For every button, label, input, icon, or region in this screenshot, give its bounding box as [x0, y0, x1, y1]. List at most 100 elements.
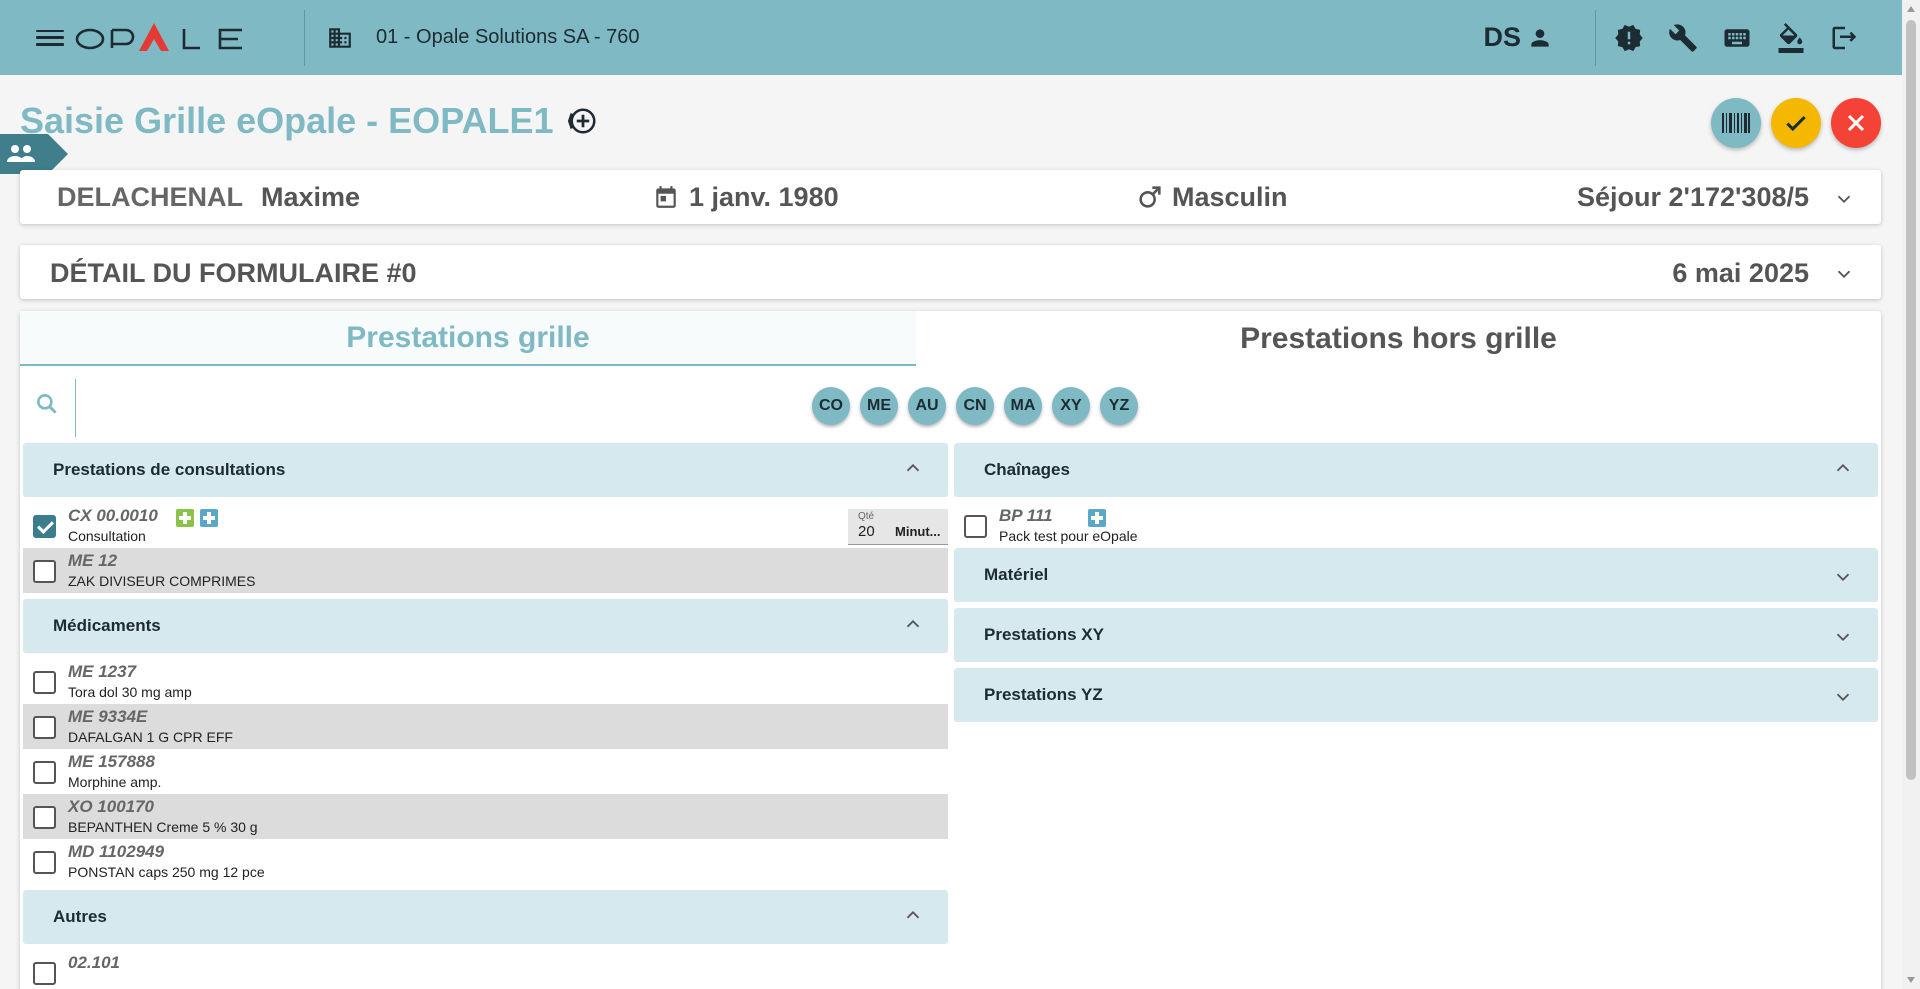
scroll-down-arrow-icon[interactable]	[1907, 977, 1915, 983]
chevron-up-icon[interactable]	[902, 904, 924, 926]
form-detail-date: 6 mai 2025	[1672, 258, 1809, 288]
item-checkbox[interactable]	[33, 515, 56, 538]
top-bar: 01 - Opale Solutions SA - 760 DS	[0, 0, 1902, 75]
patient-first-name: Maxime	[261, 181, 361, 212]
user-initials: DS	[1483, 22, 1521, 52]
item-description: ZAK DIVISEUR COMPRIMES	[68, 573, 256, 589]
list-item[interactable]: BP 111 Pack test pour eOpale	[954, 503, 1878, 548]
quantity-label: Qté	[858, 511, 875, 522]
search-input[interactable]	[80, 383, 380, 433]
menu-icon[interactable]	[36, 27, 64, 49]
item-checkbox[interactable]	[33, 962, 56, 985]
chevron-down-icon[interactable]	[1833, 188, 1855, 210]
item-code: CX 00.0010	[68, 506, 158, 525]
tab-prestations-grille[interactable]: Prestations grille	[20, 311, 916, 366]
user-menu[interactable]: DS	[1483, 22, 1553, 53]
quantity-unit: Minut...	[895, 524, 941, 539]
list-item[interactable]: ME 9334E DAFALGAN 1 G CPR EFF	[23, 704, 948, 749]
list-item[interactable]: CX 00.0010 Consultation Qté 20 Minut...	[23, 503, 948, 548]
section-header-prestations-xy[interactable]: Prestations XY	[954, 608, 1878, 662]
patient-sex: Masculin	[1172, 181, 1288, 212]
male-icon	[1139, 186, 1161, 208]
filter-chips: CO ME AU CN MA XY YZ	[812, 387, 1148, 425]
section-title: Matériel	[984, 565, 1049, 584]
item-code: ME 157888	[68, 752, 155, 771]
chevron-up-icon[interactable]	[1832, 457, 1854, 479]
search-icon[interactable]	[34, 391, 60, 417]
item-description: BEPANTHEN Creme 5 % 30 g	[68, 819, 258, 835]
chevron-down-icon[interactable]	[1833, 263, 1855, 285]
patient-last-name: DELACHENAL	[57, 181, 243, 212]
item-checkbox[interactable]	[964, 515, 987, 538]
close-icon	[1847, 114, 1865, 132]
section-header-chainages[interactable]: Chaînages	[954, 443, 1878, 497]
list-item[interactable]: XO 100170 BEPANTHEN Creme 5 % 30 g	[23, 794, 948, 839]
alert-badge-icon[interactable]	[1612, 21, 1646, 55]
barcode-button[interactable]	[1711, 98, 1761, 148]
page-scrollbar[interactable]	[1902, 0, 1920, 989]
keyboard-icon[interactable]	[1720, 21, 1754, 55]
section-header-materiel[interactable]: Matériel	[954, 548, 1878, 602]
section-header-autres[interactable]: Autres	[23, 890, 948, 944]
chevron-up-icon[interactable]	[902, 613, 924, 635]
item-checkbox[interactable]	[33, 671, 56, 694]
filter-chip-xy[interactable]: XY	[1052, 387, 1090, 425]
list-item[interactable]: ME 1237 Tora dol 30 mg amp	[23, 659, 948, 704]
app-logo[interactable]	[74, 18, 246, 58]
scroll-up-arrow-icon[interactable]	[1907, 6, 1915, 12]
chevron-down-icon[interactable]	[1832, 686, 1854, 708]
form-detail-card[interactable]: DÉTAIL DU FORMULAIRE #0 6 mai 2025	[20, 245, 1881, 299]
person-icon	[1531, 28, 1549, 47]
confirm-button[interactable]	[1771, 98, 1821, 148]
item-code: MD 1102949	[68, 842, 165, 861]
patient-card[interactable]: DELACHENAL Maxime 1 janv. 1980 Masculin …	[20, 170, 1881, 224]
item-checkbox[interactable]	[33, 716, 56, 739]
filter-chip-au[interactable]: AU	[908, 387, 946, 425]
item-code: XO 100170	[68, 797, 155, 816]
list-item[interactable]: 02.101	[23, 950, 948, 989]
filter-chip-ma[interactable]: MA	[1004, 387, 1042, 425]
add-blue-icon[interactable]	[200, 509, 218, 527]
item-code: ME 1237	[68, 662, 137, 681]
logout-icon[interactable]	[1828, 21, 1862, 55]
wrench-icon[interactable]	[1666, 21, 1700, 55]
section-header-prestations-yz[interactable]: Prestations YZ	[954, 668, 1878, 722]
item-description: DAFALGAN 1 G CPR EFF	[68, 729, 233, 745]
section-header-medicaments[interactable]: Médicaments	[23, 599, 948, 653]
chevron-down-icon[interactable]	[1832, 566, 1854, 588]
item-code: 02.101	[68, 953, 120, 972]
paint-bucket-icon[interactable]	[1774, 21, 1808, 55]
add-blue-icon[interactable]	[1088, 509, 1106, 527]
list-item[interactable]: MD 1102949 PONSTAN caps 250 mg 12 pce	[23, 839, 948, 884]
quantity-value: 20	[858, 523, 875, 540]
section-title: Autres	[53, 907, 107, 926]
patients-side-tab[interactable]	[0, 134, 68, 174]
patient-birth-date: 1 janv. 1980	[689, 181, 839, 212]
filter-chip-yz[interactable]: YZ	[1100, 387, 1138, 425]
add-circle-icon[interactable]	[567, 106, 598, 136]
cancel-button[interactable]	[1831, 98, 1881, 148]
scrollbar-thumb[interactable]	[1906, 20, 1916, 780]
item-checkbox[interactable]	[33, 806, 56, 829]
calendar-icon	[656, 186, 676, 208]
tab-prestations-hors-grille[interactable]: Prestations hors grille	[916, 311, 1881, 366]
item-checkbox[interactable]	[33, 851, 56, 874]
patient-stay: Séjour 2'172'308/5	[1577, 181, 1809, 212]
quantity-field[interactable]: Qté 20 Minut...	[848, 509, 948, 545]
chevron-up-icon[interactable]	[902, 457, 924, 479]
item-checkbox[interactable]	[33, 761, 56, 784]
section-title: Prestations XY	[984, 625, 1104, 644]
search-divider	[75, 379, 76, 437]
company-selector[interactable]: 01 - Opale Solutions SA - 760	[327, 25, 640, 51]
off-grid-services-column: Chaînages BP 111 Pack test pour eOpale M…	[954, 443, 1878, 728]
filter-chip-cn[interactable]: CN	[956, 387, 994, 425]
chevron-down-icon[interactable]	[1832, 626, 1854, 648]
section-header-consultations[interactable]: Prestations de consultations	[23, 443, 948, 497]
item-checkbox[interactable]	[33, 560, 56, 583]
add-green-icon[interactable]	[176, 509, 194, 527]
list-item[interactable]: ME 12 ZAK DIVISEUR COMPRIMES	[23, 548, 948, 593]
filter-chip-co[interactable]: CO	[812, 387, 850, 425]
list-item[interactable]: ME 157888 Morphine amp.	[23, 749, 948, 794]
filter-chip-me[interactable]: ME	[860, 387, 898, 425]
item-code: BP 111	[999, 506, 1053, 525]
